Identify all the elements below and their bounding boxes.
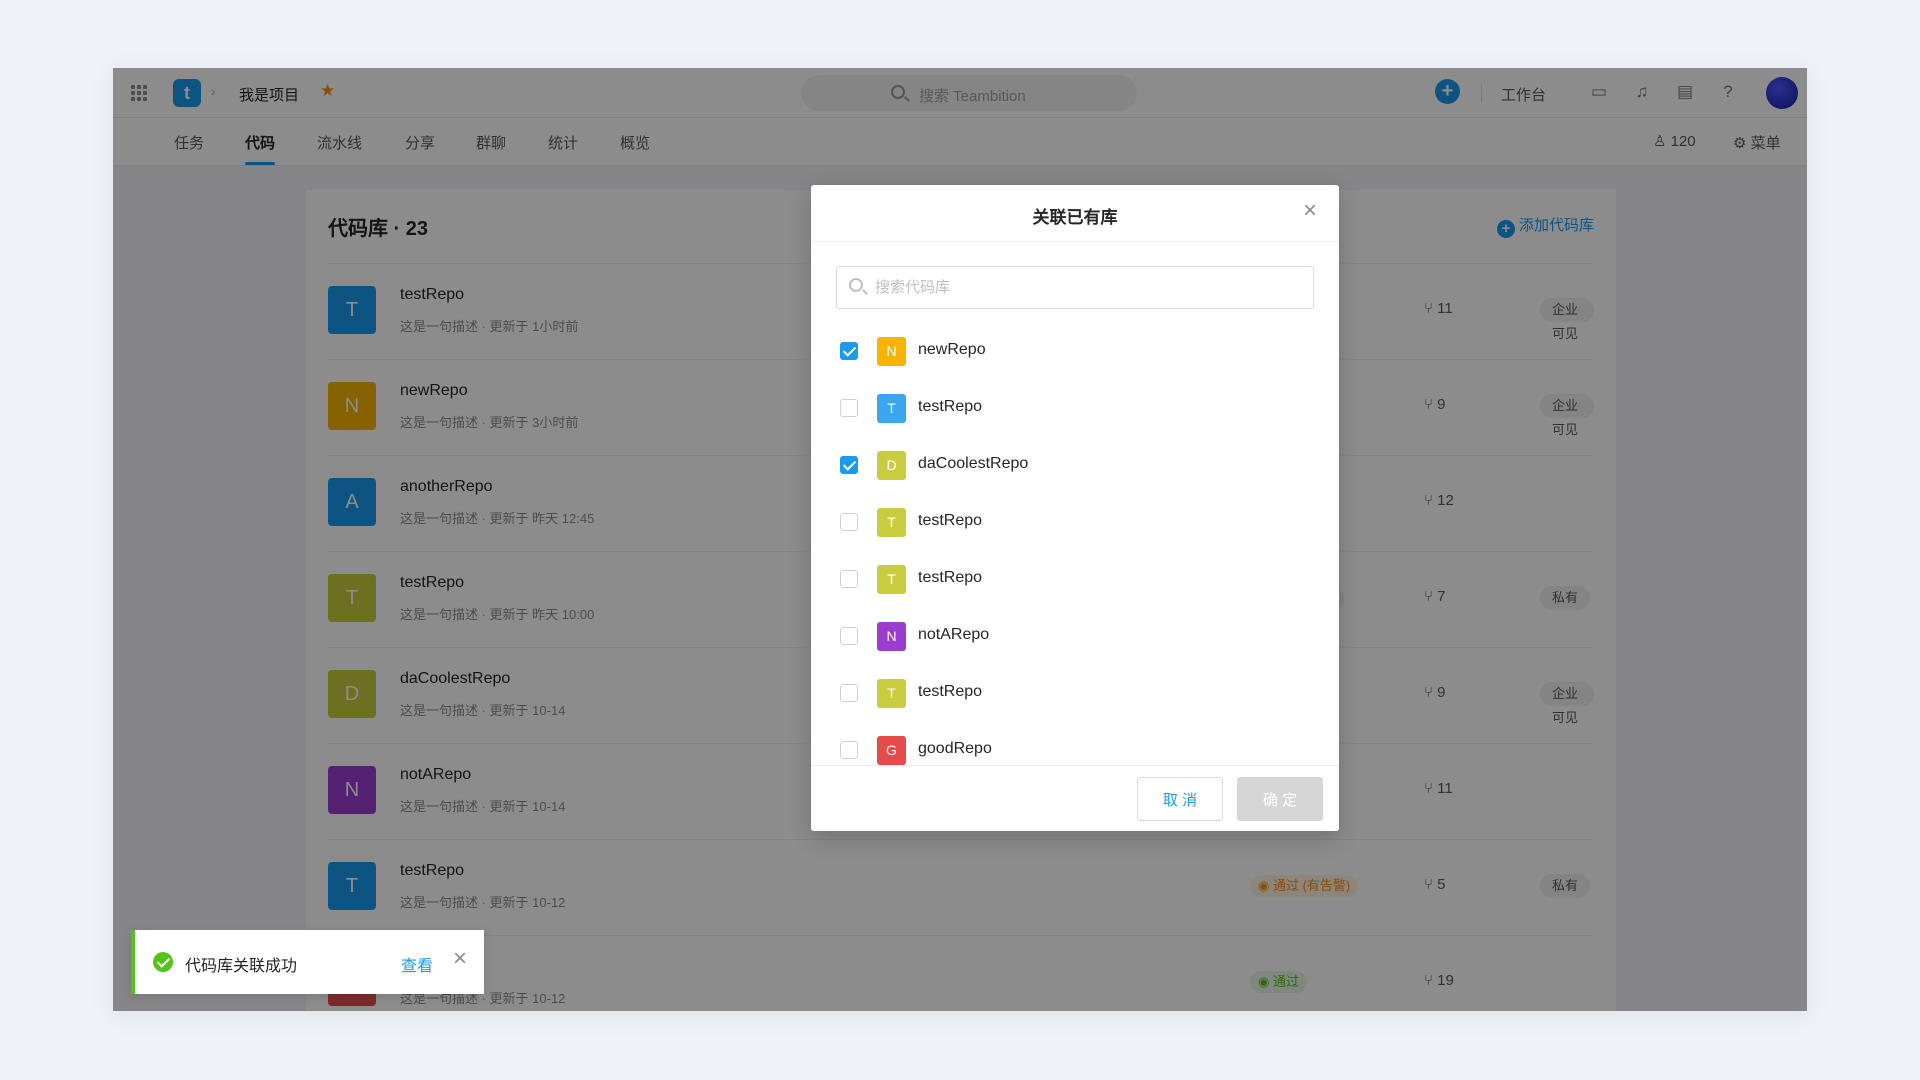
repo-option[interactable]: TtestRepo bbox=[811, 664, 1339, 721]
dialog-header: 关联已有库 × bbox=[811, 185, 1339, 242]
repo-avatar: D bbox=[877, 451, 906, 480]
repo-option[interactable]: DdaCoolestRepo bbox=[811, 436, 1339, 493]
repo-option-name: testRepo bbox=[918, 398, 983, 415]
repo-checkbox[interactable] bbox=[840, 684, 858, 702]
repo-checkbox[interactable] bbox=[840, 570, 858, 588]
repo-checkbox[interactable] bbox=[840, 513, 858, 531]
repo-avatar: N bbox=[877, 337, 906, 366]
search-icon bbox=[849, 278, 863, 292]
repo-option[interactable]: NnotARepo bbox=[811, 607, 1339, 664]
repo-avatar: T bbox=[877, 565, 906, 594]
repo-avatar: T bbox=[877, 508, 906, 537]
repo-option-name: testRepo bbox=[918, 683, 983, 700]
repo-avatar: G bbox=[877, 736, 906, 765]
repo-option-name: goodRepo bbox=[918, 740, 992, 757]
repo-checkbox[interactable] bbox=[840, 741, 858, 759]
repo-option[interactable]: TtestRepo bbox=[811, 379, 1339, 436]
repo-select-list[interactable]: NnewRepo TtestRepo DdaCoolestRepo TtestRepo… bbox=[811, 322, 1339, 765]
repo-avatar: T bbox=[877, 679, 906, 708]
repo-option[interactable]: NnewRepo bbox=[811, 322, 1339, 379]
toast-view-link[interactable]: 查看 bbox=[401, 952, 433, 976]
repo-search-input[interactable] bbox=[836, 266, 1314, 309]
success-toast: 代码库关联成功 查看 × bbox=[131, 930, 484, 994]
dialog-footer: 取 消 确 定 bbox=[811, 765, 1339, 831]
repo-option[interactable]: TtestRepo bbox=[811, 550, 1339, 607]
repo-checkbox[interactable] bbox=[840, 627, 858, 645]
repo-avatar: T bbox=[877, 394, 906, 423]
repo-option-name: testRepo bbox=[918, 569, 983, 586]
repo-option-name: daCoolestRepo bbox=[918, 455, 1029, 472]
close-icon[interactable]: × bbox=[1303, 199, 1317, 223]
repo-option-name: testRepo bbox=[918, 512, 983, 529]
repo-checkbox[interactable] bbox=[840, 456, 858, 474]
link-repo-dialog: 关联已有库 × NnewRepoTtestRepoDdaCoolestRepoT… bbox=[811, 185, 1339, 831]
check-circle-icon bbox=[153, 952, 173, 972]
repo-option[interactable]: TtestRepo bbox=[811, 493, 1339, 550]
toast-message: 代码库关联成功 bbox=[185, 958, 298, 975]
repo-checkbox[interactable] bbox=[840, 342, 858, 360]
close-icon[interactable]: × bbox=[453, 947, 467, 971]
repo-option-name: newRepo bbox=[918, 341, 986, 358]
repo-option[interactable]: GgoodRepo bbox=[811, 721, 1339, 765]
repo-avatar: N bbox=[877, 622, 906, 651]
app-window: t › 我是项目 ★ 搜索 Teambition + 工作台 ▭ ♫ ▤ ? 任… bbox=[113, 68, 1807, 1011]
repo-checkbox[interactable] bbox=[840, 399, 858, 417]
cancel-button[interactable]: 取 消 bbox=[1137, 777, 1223, 821]
confirm-button[interactable]: 确 定 bbox=[1237, 777, 1323, 821]
repo-option-name: notARepo bbox=[918, 626, 990, 643]
dialog-title: 关联已有库 bbox=[1032, 208, 1118, 227]
